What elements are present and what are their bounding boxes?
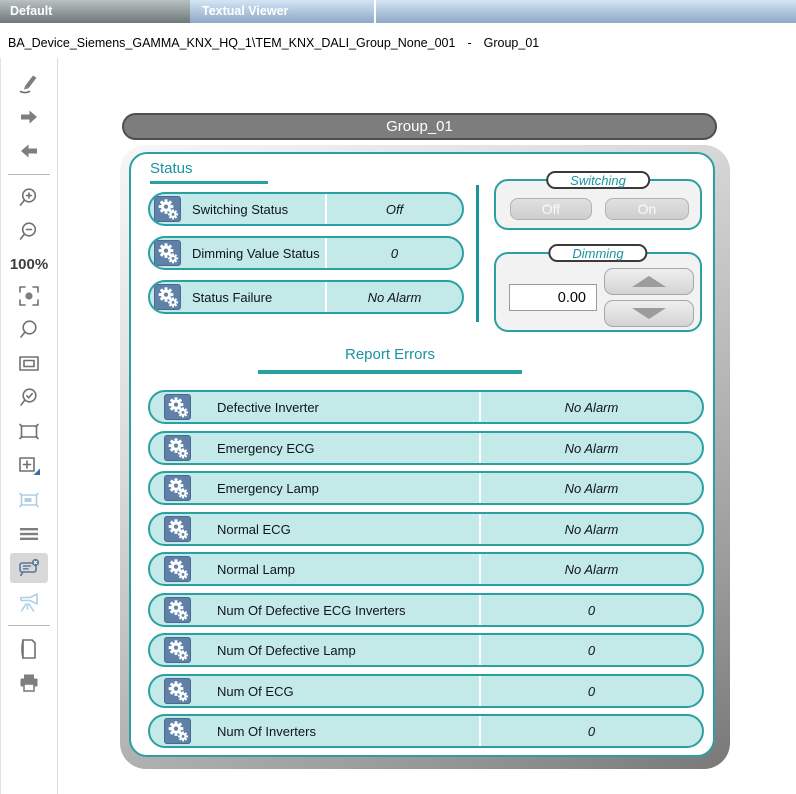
status-section-divider	[476, 185, 479, 322]
report-row-value: No Alarm	[481, 473, 702, 503]
row-settings-gear-icon[interactable]	[164, 718, 191, 744]
toolbar-divider	[8, 174, 50, 175]
row-settings-gear-icon[interactable]	[164, 394, 191, 420]
row-settings-gear-icon[interactable]	[164, 556, 191, 582]
row-settings-gear-icon[interactable]	[164, 678, 191, 704]
report-row-label: Num Of ECG	[217, 684, 294, 699]
panel-title-bar: Group_01	[122, 113, 717, 140]
graphics-toolbar: 100%	[0, 58, 58, 794]
group-panel: Status Switching Status Off Dimming Valu…	[120, 145, 730, 769]
report-row-value: No Alarm	[481, 433, 702, 463]
row-settings-gear-icon[interactable]	[154, 240, 181, 266]
arrow-up-icon	[632, 276, 666, 287]
search-icon[interactable]	[10, 315, 48, 345]
breadcrumb-separator: -	[467, 36, 471, 50]
switching-group: Switching Off On	[494, 179, 702, 230]
toolbar-divider	[8, 625, 50, 626]
zoom-check-icon[interactable]	[10, 383, 48, 413]
zoom-in-icon[interactable]	[10, 183, 48, 213]
zoom-level-label: 100%	[10, 251, 48, 277]
status-row-label: Status Failure	[192, 290, 272, 305]
report-row-emergency-lamp: Emergency Lamp No Alarm	[148, 471, 704, 505]
breadcrumb: BA_Device_Siemens_GAMMA_KNX_HQ_1\TEM_KNX…	[8, 36, 539, 50]
report-row-value: No Alarm	[481, 554, 702, 584]
report-row-label: Num Of Defective Lamp	[217, 643, 356, 658]
report-row-value: No Alarm	[481, 514, 702, 544]
group-panel-body: Status Switching Status Off Dimming Valu…	[129, 152, 715, 757]
report-row-value: 0	[481, 716, 702, 746]
dimming-decrease-button[interactable]	[604, 300, 694, 327]
status-title-underline	[150, 181, 268, 184]
report-errors-section-title: Report Errors	[131, 346, 649, 363]
row-settings-gear-icon[interactable]	[164, 516, 191, 542]
dimming-value-input[interactable]	[509, 284, 597, 311]
report-row-label: Normal ECG	[217, 522, 291, 537]
report-row-label: Defective Inverter	[217, 400, 319, 415]
dimming-group: Dimming	[494, 252, 702, 332]
report-row-label: Emergency Lamp	[217, 481, 319, 496]
row-settings-gear-icon[interactable]	[164, 435, 191, 461]
row-settings-gear-icon[interactable]	[154, 284, 181, 310]
report-row-label: Normal Lamp	[217, 562, 295, 577]
report-row-num-of-defective-lamp: Num Of Defective Lamp 0	[148, 633, 704, 667]
row-settings-gear-icon[interactable]	[154, 196, 181, 222]
row-settings-gear-icon[interactable]	[164, 637, 191, 663]
status-row-status-failure: Status Failure No Alarm	[148, 280, 464, 314]
tab-textual-viewer[interactable]: Textual Viewer	[190, 0, 376, 23]
edit-pen-icon[interactable]	[10, 68, 48, 98]
print-icon[interactable]	[10, 668, 48, 698]
fit-view-icon[interactable]	[10, 281, 48, 311]
status-row-value: Off	[327, 194, 462, 224]
status-row-value: 0	[327, 238, 462, 268]
switch-on-button[interactable]: On	[605, 198, 689, 220]
zoom-window-icon[interactable]	[10, 349, 48, 379]
tooltip-search-icon[interactable]	[10, 553, 48, 583]
status-row-label: Dimming Value Status	[192, 246, 320, 261]
row-settings-gear-icon[interactable]	[164, 475, 191, 501]
dimming-group-title: Dimming	[548, 244, 647, 262]
report-row-value: 0	[481, 635, 702, 665]
arrow-down-icon	[632, 308, 666, 319]
report-row-value: 0	[481, 595, 702, 625]
tab-default[interactable]: Default	[0, 0, 190, 23]
pan-view-icon[interactable]	[10, 485, 48, 515]
report-row-emergency-ecg: Emergency ECG No Alarm	[148, 431, 704, 465]
report-row-defective-inverter: Defective Inverter No Alarm	[148, 390, 704, 424]
status-section-title: Status	[150, 160, 193, 177]
report-row-value: 0	[481, 676, 702, 706]
report-errors-title-underline	[258, 370, 522, 374]
report-row-num-of-ecg: Num Of ECG 0	[148, 674, 704, 708]
dimming-increase-button[interactable]	[604, 268, 694, 295]
report-row-normal-ecg: Normal ECG No Alarm	[148, 512, 704, 546]
report-row-normal-lamp: Normal Lamp No Alarm	[148, 552, 704, 586]
row-settings-gear-icon[interactable]	[164, 597, 191, 623]
report-row-label: Num Of Inverters	[217, 724, 316, 739]
status-row-value: No Alarm	[327, 282, 462, 312]
selection-rect-icon[interactable]	[10, 417, 48, 447]
camera-icon[interactable]	[10, 587, 48, 617]
switching-group-title: Switching	[546, 171, 650, 189]
breadcrumb-current: Group_01	[484, 36, 540, 50]
switch-off-button[interactable]: Off	[510, 198, 592, 220]
status-row-label: Switching Status	[192, 202, 288, 217]
arrow-left-icon[interactable]	[10, 136, 48, 166]
report-row-value: No Alarm	[481, 392, 702, 422]
status-row-dimming-value-status: Dimming Value Status 0	[148, 236, 464, 270]
report-row-label: Emergency ECG	[217, 441, 315, 456]
layers-menu-icon[interactable]	[10, 519, 48, 549]
status-row-switching-status: Switching Status Off	[148, 192, 464, 226]
page-icon[interactable]	[10, 634, 48, 664]
report-row-num-of-defective-ecg-inverters: Num Of Defective ECG Inverters 0	[148, 593, 704, 627]
report-row-label: Num Of Defective ECG Inverters	[217, 603, 406, 618]
breadcrumb-path: BA_Device_Siemens_GAMMA_KNX_HQ_1\TEM_KNX…	[8, 36, 455, 50]
report-row-num-of-inverters: Num Of Inverters 0	[148, 714, 704, 748]
arrow-right-icon[interactable]	[10, 102, 48, 132]
tab-bar: Default Textual Viewer	[0, 0, 796, 23]
crosshair-target-icon[interactable]	[10, 451, 48, 481]
zoom-out-icon[interactable]	[10, 217, 48, 247]
